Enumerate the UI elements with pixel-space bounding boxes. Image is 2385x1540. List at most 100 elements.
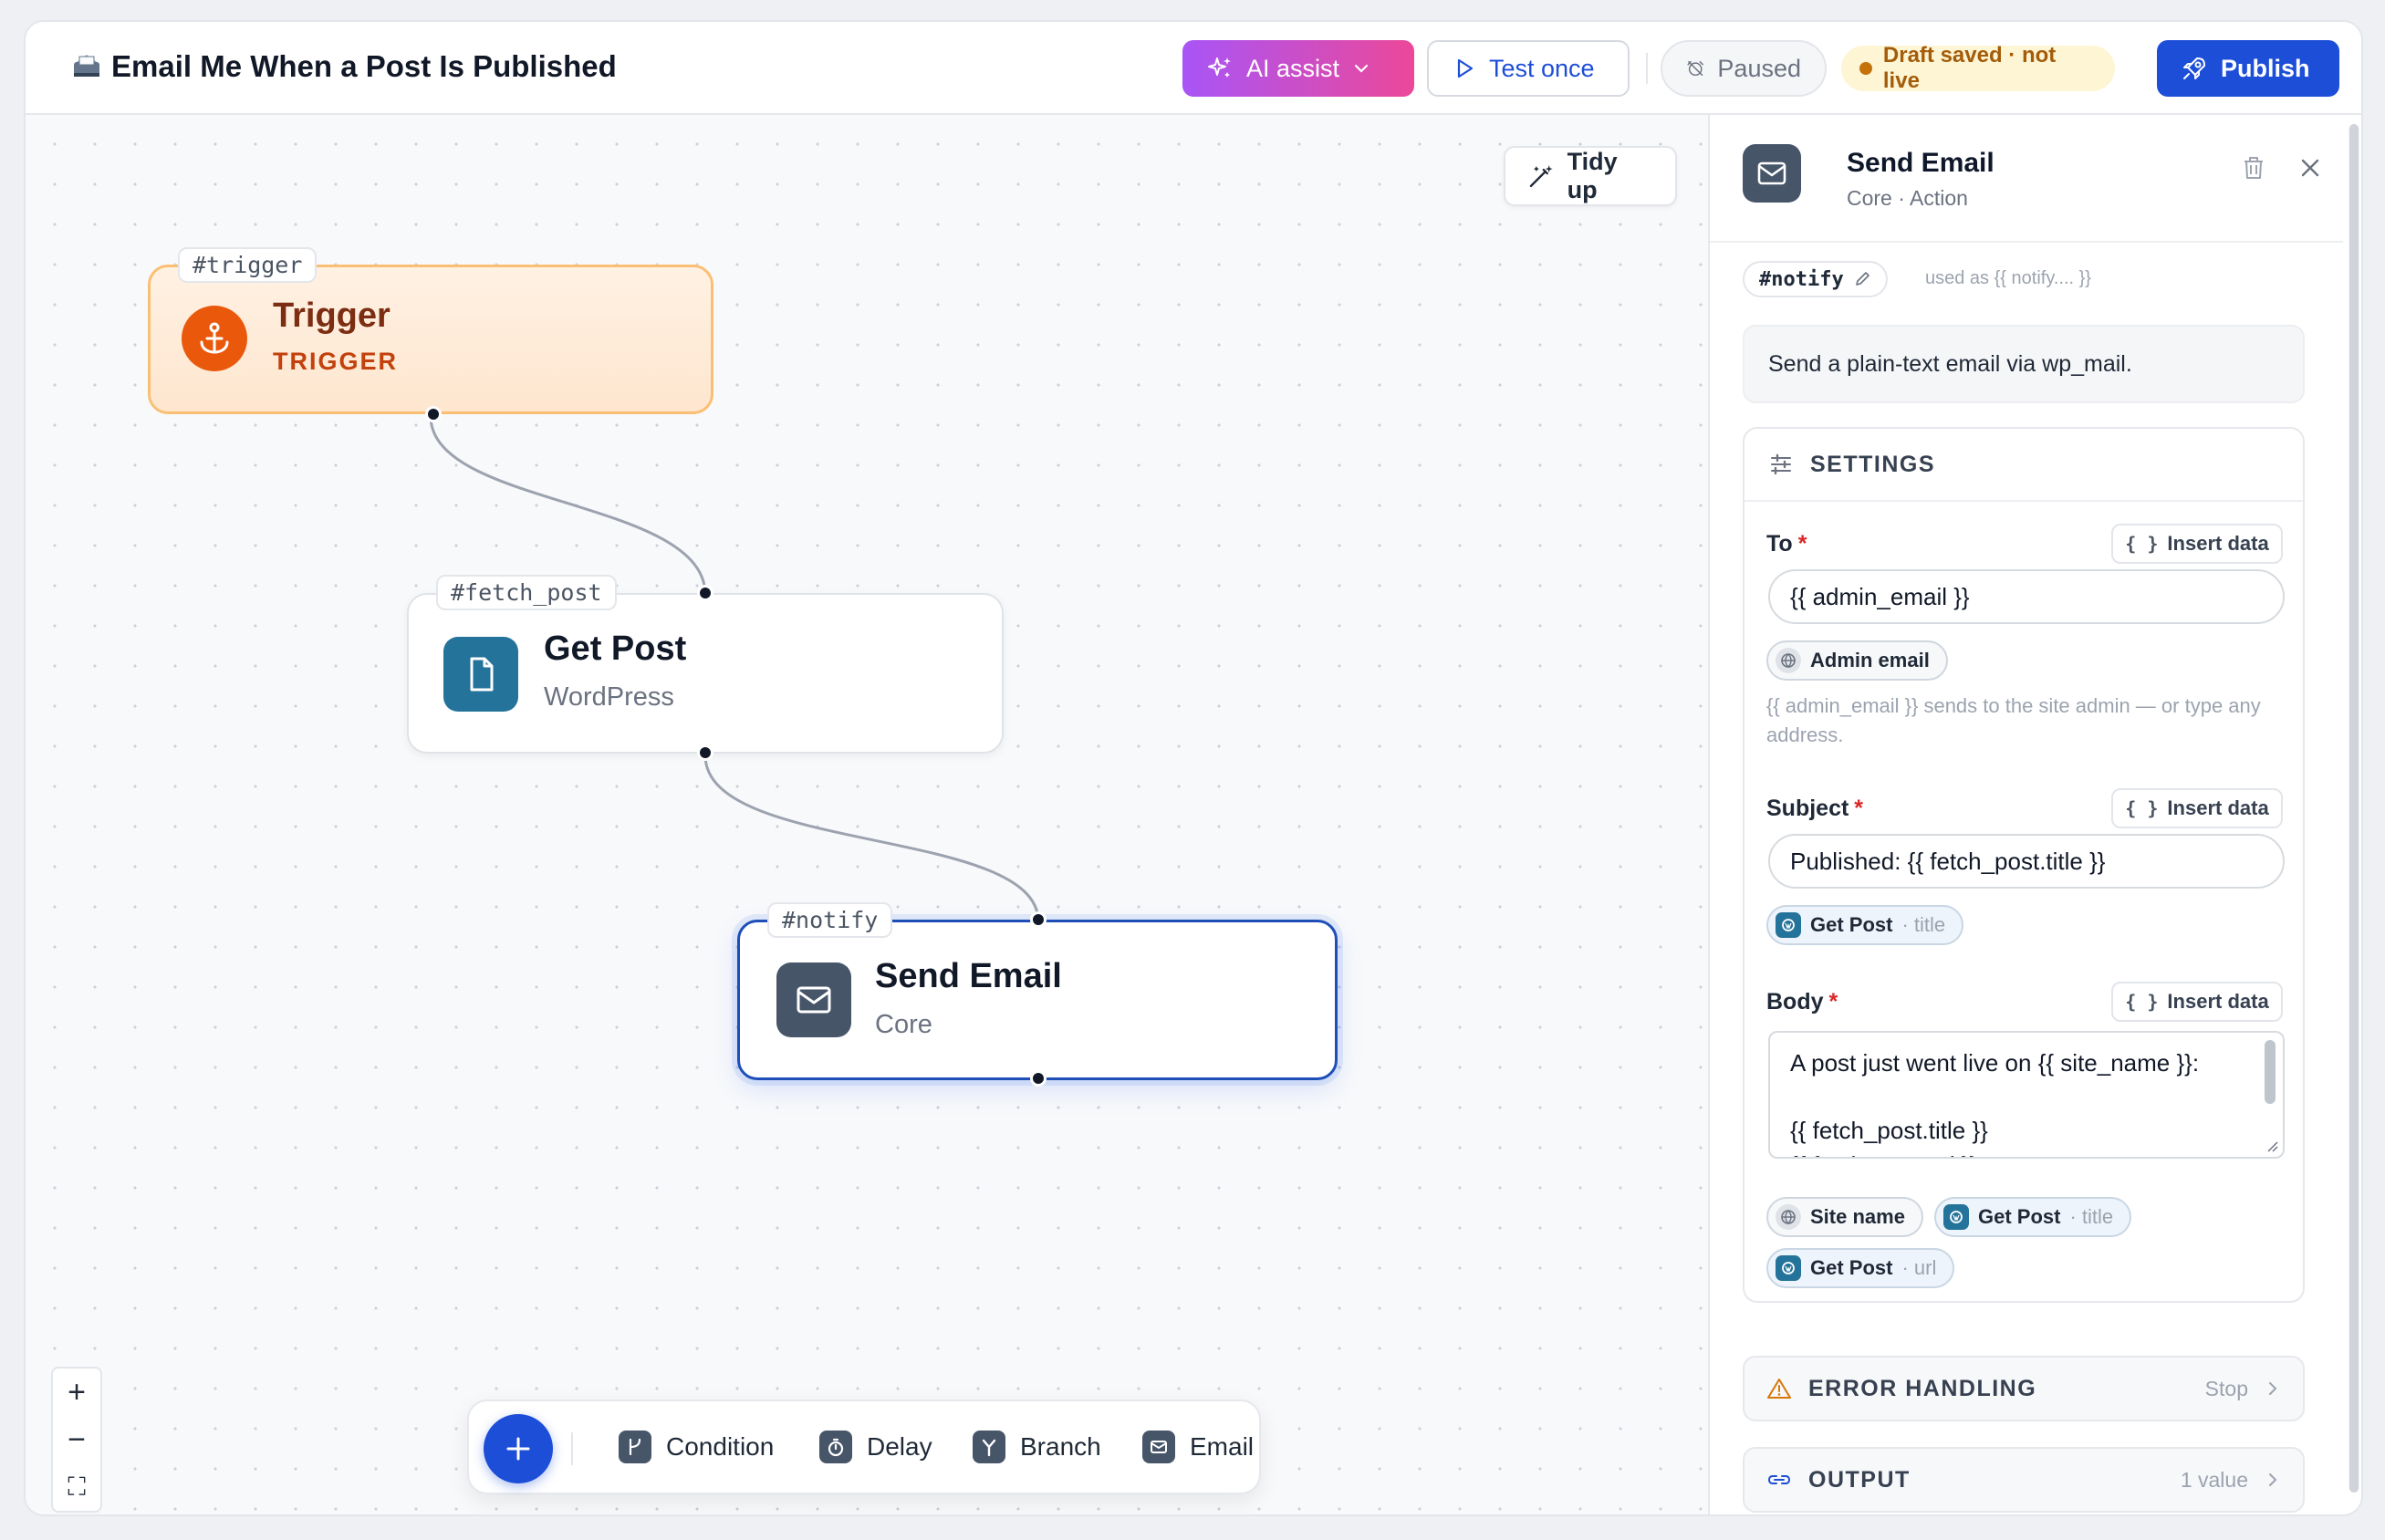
error-handling-label: ERROR HANDLING: [1808, 1375, 2037, 1401]
braces-icon: { }: [2125, 797, 2159, 819]
test-once-button[interactable]: Test once: [1427, 40, 1630, 97]
envelope-icon: [776, 962, 851, 1037]
to-input[interactable]: {{ admin_email }}: [1768, 569, 2285, 624]
envelope-icon: [1142, 1431, 1175, 1463]
output-value: 1 value: [2180, 1467, 2248, 1492]
condition-icon: [619, 1431, 651, 1463]
palette-condition-label: Condition: [666, 1432, 775, 1461]
draft-status-badge: Draft saved · not live: [1841, 43, 2115, 93]
error-handling-value: Stop: [2204, 1376, 2248, 1400]
output-section[interactable]: OUTPUT 1 value: [1743, 1447, 2305, 1513]
add-step-button[interactable]: [484, 1414, 553, 1483]
wordpress-icon: [1943, 1204, 1969, 1230]
insert-data-button-subject[interactable]: { } Insert data: [2111, 788, 2283, 828]
palette-branch[interactable]: Branch: [973, 1431, 1101, 1463]
panel-header: Send Email Core · Action: [1710, 115, 2343, 243]
panel-title: Send Email: [1847, 148, 1994, 178]
node-send-email[interactable]: #notify Send Email Core: [737, 902, 1338, 1087]
wordpress-icon: [1776, 1255, 1801, 1281]
palette-delay[interactable]: Delay: [819, 1431, 932, 1463]
settings-header[interactable]: SETTINGS: [1744, 429, 2303, 502]
sliders-icon: [1771, 453, 1791, 475]
zoom-in-button[interactable]: +: [53, 1368, 100, 1416]
panel-subtitle: Core · Action: [1847, 186, 1968, 210]
node-title: Send Email: [875, 957, 1062, 995]
insert-data-button-body[interactable]: { } Body Insert data: [2111, 982, 2283, 1022]
output-port[interactable]: [1030, 1070, 1047, 1087]
node-trigger[interactable]: #trigger Trigger TRIGGER: [148, 247, 713, 422]
stopwatch-icon: [819, 1431, 852, 1463]
ai-assist-label: AI assist: [1246, 54, 1340, 82]
chevron-right-icon: [2269, 1382, 2277, 1395]
pencil-icon[interactable]: [1853, 270, 1871, 288]
fit-view-button[interactable]: ⛶: [53, 1463, 100, 1511]
node-fetch-post[interactable]: #fetch_post Get Post WordPress: [407, 575, 1004, 761]
node-title: Get Post: [544, 630, 687, 668]
publish-button[interactable]: Publish: [2157, 40, 2339, 97]
node-subtitle: TRIGGER: [273, 348, 399, 375]
plus-icon: [506, 1437, 530, 1461]
site-name-pill[interactable]: Site name: [1766, 1197, 1923, 1237]
mailbox-icon: [74, 55, 99, 77]
envelope-icon: [1743, 144, 1801, 203]
link-icon: [1767, 1475, 1791, 1484]
chevron-down-icon: [1354, 64, 1369, 73]
input-port[interactable]: [1030, 911, 1047, 928]
globe-icon: [1776, 1204, 1801, 1230]
settings-section: SETTINGS To * { } Insert data {{ admin_em…: [1743, 427, 2305, 1303]
zoom-out-button[interactable]: −: [53, 1416, 100, 1463]
output-port[interactable]: [697, 744, 713, 761]
wordpress-icon: [1776, 912, 1801, 938]
rocket-icon: [2183, 57, 2205, 79]
panel-scrollbar[interactable]: [2349, 124, 2359, 1493]
error-handling-section[interactable]: ERROR HANDLING Stop: [1743, 1356, 2305, 1421]
top-bar: Email Me When a Post Is Published AI ass…: [26, 22, 2361, 115]
get-post-title-pill[interactable]: Get Post · title: [1934, 1197, 2132, 1237]
subject-input[interactable]: Published: {{ fetch_post.title }}: [1768, 834, 2285, 889]
palette-condition[interactable]: Condition: [619, 1431, 774, 1463]
get-post-title-pill[interactable]: Get Post · title: [1766, 905, 1964, 945]
globe-icon: [1776, 648, 1801, 673]
to-label: To *: [1766, 531, 1807, 557]
settings-heading: SETTINGS: [1810, 451, 1936, 477]
tidy-up-button[interactable]: Tidy up: [1504, 146, 1677, 206]
close-icon[interactable]: [2296, 153, 2325, 182]
insert-data-button-to[interactable]: { } Insert data: [2111, 524, 2283, 564]
body-textarea[interactable]: A post just went live on {{ site_name }}…: [1768, 1031, 2285, 1159]
admin-email-pill[interactable]: Admin email: [1766, 640, 1948, 681]
node-tag: #trigger: [178, 247, 318, 283]
ai-assist-button[interactable]: AI assist: [1182, 40, 1414, 97]
output-port[interactable]: [425, 406, 442, 422]
step-palette: Condition Delay Branch Email: [467, 1400, 1261, 1494]
textarea-scrollbar[interactable]: [2265, 1040, 2276, 1104]
edge-fetch-notify: [703, 754, 1040, 922]
workflow-title: Email Me When a Post Is Published: [71, 49, 617, 84]
step-settings-panel: Send Email Core · Action #notify used as…: [1708, 115, 2361, 1514]
body-line: [1790, 1080, 2263, 1113]
get-post-url-pill[interactable]: Get Post · url: [1766, 1248, 1955, 1288]
play-icon: [1457, 58, 1474, 78]
workflow-title-text: Email Me When a Post Is Published: [111, 49, 617, 83]
publish-label: Publish: [2221, 54, 2310, 82]
palette-branch-label: Branch: [1020, 1432, 1101, 1461]
braces-icon: { }: [2125, 533, 2159, 555]
workflow-editor: Email Me When a Post Is Published AI ass…: [24, 20, 2363, 1516]
resize-handle-icon[interactable]: [2265, 1139, 2279, 1153]
edge-trigger-fetch: [429, 415, 707, 596]
palette-delay-label: Delay: [867, 1432, 932, 1461]
node-subtitle: WordPress: [544, 682, 674, 712]
paused-toggle[interactable]: Paused: [1661, 40, 1827, 97]
node-id-chip[interactable]: #notify: [1743, 261, 1888, 297]
node-id-text: #notify: [1759, 267, 1844, 291]
zoom-controls: + − ⛶: [51, 1367, 102, 1513]
tidy-up-label: Tidy up: [1567, 148, 1618, 203]
palette-email-label: Email: [1190, 1432, 1255, 1461]
alarm-off-icon: [1687, 60, 1703, 77]
input-port[interactable]: [697, 585, 713, 601]
status-dot: [1859, 62, 1872, 75]
trash-icon[interactable]: [2239, 153, 2268, 182]
output-label: OUTPUT: [1808, 1466, 1911, 1493]
palette-email[interactable]: Email: [1142, 1431, 1254, 1463]
workflow-canvas[interactable]: Tidy up #trigger Trigger TRIGGER #fetch_…: [26, 115, 1708, 1514]
test-once-label: Test once: [1489, 54, 1595, 82]
